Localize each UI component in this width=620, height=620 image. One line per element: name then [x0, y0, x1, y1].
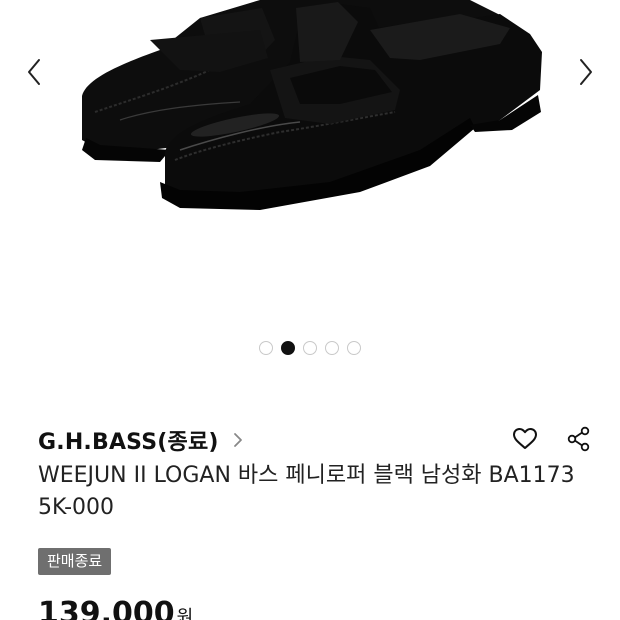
- gallery-dot-5[interactable]: [347, 341, 361, 355]
- price-currency: 원: [176, 607, 194, 620]
- gallery-dot-1[interactable]: [259, 341, 273, 355]
- gallery-dot-2[interactable]: [281, 341, 295, 355]
- like-button[interactable]: [508, 424, 542, 454]
- status-badge: 판매종료: [38, 548, 112, 575]
- share-icon: [567, 426, 590, 452]
- chevron-right-icon: [233, 432, 243, 448]
- gallery-prev-button[interactable]: [14, 52, 54, 92]
- brand-name: G.H.BASS(종료): [38, 430, 219, 455]
- share-button[interactable]: [562, 424, 596, 454]
- price-row: 139,000 원: [38, 596, 193, 620]
- product-actions: [508, 424, 596, 454]
- product-image-gallery[interactable]: [0, 0, 620, 375]
- heart-icon: [513, 428, 537, 449]
- gallery-dot-4[interactable]: [325, 341, 339, 355]
- gallery-pagination: [0, 341, 620, 355]
- chevron-left-icon: [28, 59, 40, 85]
- gallery-next-button[interactable]: [566, 52, 606, 92]
- brand-link[interactable]: G.H.BASS(종료): [38, 424, 243, 456]
- gallery-dot-3[interactable]: [303, 341, 317, 355]
- chevron-right-icon: [580, 59, 592, 85]
- product-title: WEEJUN II LOGAN 바스 페니로퍼 블랙 남성화 BA11735K-…: [38, 463, 575, 520]
- product-image: [82, 0, 542, 210]
- price-value: 139,000: [38, 596, 175, 620]
